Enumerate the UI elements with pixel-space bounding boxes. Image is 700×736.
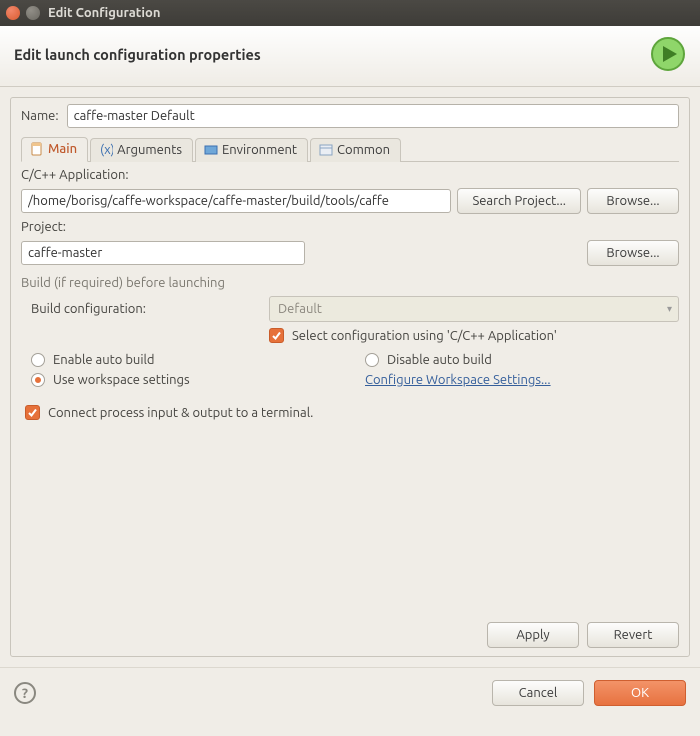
connect-terminal-label: Connect process input & output to a term… [48, 406, 313, 420]
window-close-button[interactable] [6, 6, 20, 20]
enable-auto-build-label: Enable auto build [53, 353, 155, 367]
cancel-button[interactable]: Cancel [492, 680, 584, 706]
build-config-label: Build configuration: [31, 302, 255, 316]
build-config-select[interactable]: Default ▾ [269, 296, 679, 322]
search-project-button[interactable]: Search Project... [457, 188, 581, 214]
name-input[interactable] [67, 104, 679, 128]
revert-button[interactable]: Revert [587, 622, 679, 648]
use-workspace-radio[interactable] [31, 373, 45, 387]
dialog-footer: ? Cancel OK [0, 667, 700, 720]
tab-environment[interactable]: Environment [195, 138, 308, 162]
apply-button[interactable]: Apply [487, 622, 579, 648]
args-icon: (x)= [99, 143, 113, 157]
use-workspace-label: Use workspace settings [53, 373, 190, 387]
ok-button[interactable]: OK [594, 680, 686, 706]
file-icon [30, 142, 44, 156]
name-label: Name: [21, 109, 59, 123]
tab-label: Main [48, 142, 77, 156]
project-input[interactable] [21, 241, 305, 265]
tab-label: Arguments [117, 143, 182, 157]
window-titlebar: Edit Configuration [0, 0, 700, 26]
build-section-label: Build (if required) before launching [21, 276, 679, 290]
config-panel: Name: Main (x)= Arguments Environment Co… [10, 97, 690, 657]
tab-arguments[interactable]: (x)= Arguments [90, 138, 193, 162]
application-path-input[interactable] [21, 189, 451, 213]
window-title: Edit Configuration [48, 6, 160, 20]
disable-auto-build-radio[interactable] [365, 353, 379, 367]
tabs: Main (x)= Arguments Environment Common [21, 136, 679, 162]
run-icon [650, 36, 686, 72]
svg-text:(x)=: (x)= [100, 143, 113, 157]
configure-workspace-link[interactable]: Configure Workspace Settings... [365, 373, 551, 387]
select-config-checkbox[interactable] [269, 328, 284, 343]
app-label: C/C++ Application: [21, 168, 679, 182]
tab-common[interactable]: Common [310, 138, 401, 162]
enable-auto-build-radio[interactable] [31, 353, 45, 367]
project-label: Project: [21, 220, 679, 234]
page-title: Edit launch configuration properties [14, 46, 650, 63]
common-icon [319, 143, 333, 157]
env-icon [204, 143, 218, 157]
browse-app-button[interactable]: Browse... [587, 188, 679, 214]
chevron-down-icon: ▾ [667, 303, 672, 315]
connect-terminal-checkbox[interactable] [25, 405, 40, 420]
tab-label: Common [337, 143, 390, 157]
tab-main[interactable]: Main [21, 137, 88, 162]
window-minimize-button[interactable] [26, 6, 40, 20]
tab-label: Environment [222, 143, 297, 157]
dialog-header: Edit launch configuration properties [0, 26, 700, 87]
disable-auto-build-label: Disable auto build [387, 353, 492, 367]
browse-project-button[interactable]: Browse... [587, 240, 679, 266]
select-config-label: Select configuration using 'C/C++ Applic… [292, 329, 557, 343]
help-button[interactable]: ? [14, 682, 36, 704]
build-config-value: Default [278, 302, 322, 316]
